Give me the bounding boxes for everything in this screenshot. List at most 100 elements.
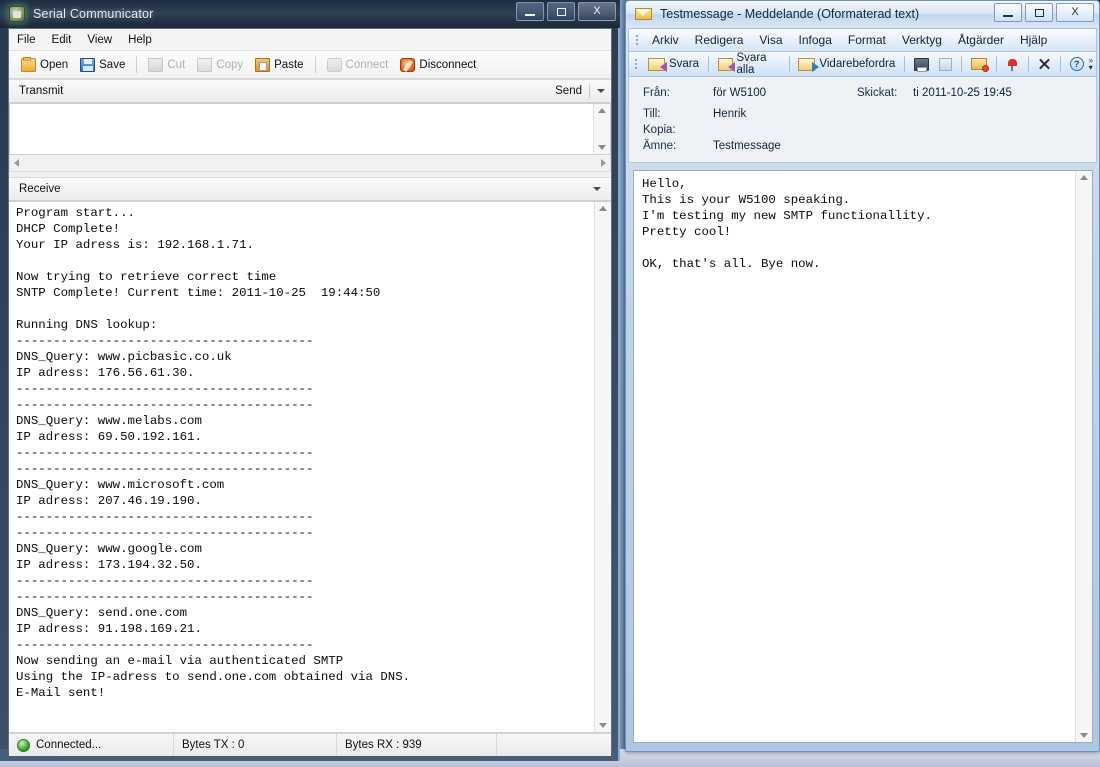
forward-button[interactable]: Vidarebefordra bbox=[793, 57, 900, 72]
forward-icon bbox=[798, 58, 815, 71]
help-button[interactable]: ? bbox=[1065, 56, 1089, 72]
scroll-left-icon[interactable] bbox=[14, 159, 19, 167]
close-icon: X bbox=[593, 6, 600, 17]
mail-body-scrollbar[interactable] bbox=[1075, 171, 1092, 742]
mail-body-pane[interactable]: Hello, This is your W5100 speaking. I'm … bbox=[633, 170, 1093, 743]
help-icon: ? bbox=[1070, 57, 1084, 71]
menu-item-visa[interactable]: Visa bbox=[751, 33, 790, 47]
copy-icon bbox=[197, 58, 212, 72]
toolbar-gripper-icon[interactable] bbox=[633, 32, 640, 48]
toolbar-separator bbox=[708, 56, 709, 72]
menu-item-edit[interactable]: Edit bbox=[52, 34, 72, 46]
cc-row: Kopia: bbox=[643, 124, 713, 136]
plug-icon bbox=[327, 58, 342, 72]
menu-item-atgarder[interactable]: Åtgärder bbox=[950, 33, 1012, 47]
menu-item-format[interactable]: Format bbox=[840, 33, 894, 47]
connection-status-label: Connected... bbox=[36, 739, 101, 751]
serial-client-area: File Edit View Help Open Save Cut Copy bbox=[8, 28, 612, 753]
receive-log-text: Program start... DHCP Complete! Your IP … bbox=[16, 205, 591, 730]
to-label: Till: bbox=[643, 108, 713, 120]
transmit-textbox[interactable] bbox=[9, 103, 611, 155]
receive-vertical-scrollbar[interactable] bbox=[594, 202, 611, 732]
serial-window-title: Serial Communicator bbox=[33, 7, 154, 21]
scroll-up-icon[interactable] bbox=[599, 206, 607, 211]
chevron-down-icon[interactable] bbox=[593, 187, 601, 191]
copy-button: Copy bbox=[192, 56, 248, 74]
mark-unread-icon bbox=[971, 58, 987, 70]
minimize-button[interactable] bbox=[516, 2, 544, 21]
toolbar-separator bbox=[904, 56, 905, 72]
receive-textbox[interactable]: Program start... DHCP Complete! Your IP … bbox=[9, 201, 611, 733]
copy-button-label: Copy bbox=[216, 59, 243, 71]
copy-icon bbox=[939, 58, 952, 71]
forward-button-label: Vidarebefordra bbox=[819, 58, 895, 70]
menu-item-verktyg[interactable]: Verktyg bbox=[894, 33, 950, 47]
transmit-vertical-scrollbar[interactable] bbox=[593, 104, 610, 154]
minimize-icon bbox=[525, 14, 535, 16]
receive-label: Receive bbox=[19, 183, 593, 195]
menu-item-hjalp[interactable]: Hjälp bbox=[1012, 33, 1055, 47]
toolbar-overflow-button[interactable]: »▾ bbox=[1089, 57, 1093, 71]
menu-item-view[interactable]: View bbox=[87, 34, 112, 46]
mark-unread-button[interactable] bbox=[966, 57, 992, 71]
open-button[interactable]: Open bbox=[16, 56, 73, 74]
print-button[interactable] bbox=[909, 57, 934, 72]
delete-button[interactable] bbox=[1033, 57, 1056, 72]
mail-toolbar[interactable]: Svara Svara alla Vidarebefordra ? »▾ bbox=[628, 52, 1097, 77]
mail-window-controls[interactable]: X bbox=[994, 3, 1094, 22]
delete-icon bbox=[1038, 58, 1051, 71]
to-value: Henrik bbox=[713, 108, 746, 120]
serial-menubar[interactable]: File Edit View Help bbox=[9, 29, 611, 51]
mail-menubar[interactable]: Arkiv Redigera Visa Infoga Format Verkty… bbox=[628, 28, 1097, 52]
mail-titlebar[interactable]: Testmessage - Meddelande (Oformaterad te… bbox=[626, 1, 1099, 27]
menu-item-help[interactable]: Help bbox=[128, 34, 152, 46]
transmit-horizontal-scrollbar[interactable] bbox=[9, 155, 611, 172]
maximize-button[interactable] bbox=[547, 2, 575, 21]
serial-titlebar[interactable]: Serial Communicator X bbox=[0, 0, 620, 28]
reply-button[interactable]: Svara bbox=[643, 57, 704, 72]
maximize-icon bbox=[557, 8, 566, 16]
send-button[interactable]: Send bbox=[555, 85, 589, 97]
reply-all-button[interactable]: Svara alla bbox=[713, 51, 785, 77]
close-button[interactable]: X bbox=[1056, 3, 1094, 22]
scroll-right-icon[interactable] bbox=[601, 159, 606, 167]
from-row: Från: för W5100 bbox=[643, 87, 766, 99]
serial-window-controls[interactable]: X bbox=[516, 2, 616, 21]
flag-button[interactable] bbox=[1001, 57, 1024, 72]
status-bytes-tx: Bytes TX : 0 bbox=[174, 734, 337, 756]
paste-button-label: Paste bbox=[274, 59, 303, 71]
status-bytes-rx: Bytes RX : 939 bbox=[337, 734, 497, 756]
receive-panel-header: Receive bbox=[9, 177, 611, 201]
paste-button[interactable]: Paste bbox=[250, 56, 308, 74]
scroll-up-icon[interactable] bbox=[1080, 175, 1088, 180]
open-button-label: Open bbox=[40, 59, 68, 71]
connect-button-label: Connect bbox=[346, 59, 389, 71]
toolbar-gripper-icon[interactable] bbox=[633, 56, 639, 72]
floppy-disk-icon bbox=[80, 58, 95, 72]
serial-statusbar: Connected... Bytes TX : 0 Bytes RX : 939 bbox=[9, 733, 611, 756]
envelope-icon bbox=[635, 8, 652, 20]
chevron-down-icon[interactable] bbox=[597, 89, 605, 93]
menu-item-file[interactable]: File bbox=[17, 34, 36, 46]
toolbar-separator bbox=[1028, 56, 1029, 72]
scroll-up-icon[interactable] bbox=[598, 108, 606, 113]
from-value: för W5100 bbox=[713, 87, 766, 99]
scroll-down-icon[interactable] bbox=[1080, 733, 1088, 738]
close-button[interactable]: X bbox=[578, 2, 616, 21]
close-icon: X bbox=[1071, 7, 1078, 18]
save-button[interactable]: Save bbox=[75, 56, 130, 74]
scroll-down-icon[interactable] bbox=[598, 145, 606, 150]
menu-item-arkiv[interactable]: Arkiv bbox=[644, 33, 687, 47]
serial-communicator-window[interactable]: Serial Communicator X File Edit View Hel… bbox=[0, 0, 620, 761]
toolbar-separator bbox=[315, 56, 316, 73]
disconnect-button[interactable]: Disconnect bbox=[395, 56, 481, 74]
serial-toolbar[interactable]: Open Save Cut Copy Paste Connec bbox=[9, 51, 611, 79]
menu-item-infoga[interactable]: Infoga bbox=[791, 33, 840, 47]
mail-message-window[interactable]: Testmessage - Meddelande (Oformaterad te… bbox=[625, 0, 1100, 752]
maximize-button[interactable] bbox=[1025, 3, 1053, 22]
minimize-button[interactable] bbox=[994, 3, 1022, 22]
scroll-down-icon[interactable] bbox=[599, 723, 607, 728]
menu-item-redigera[interactable]: Redigera bbox=[687, 33, 752, 47]
clipboard-icon bbox=[255, 58, 270, 72]
copy-button[interactable] bbox=[934, 57, 957, 72]
